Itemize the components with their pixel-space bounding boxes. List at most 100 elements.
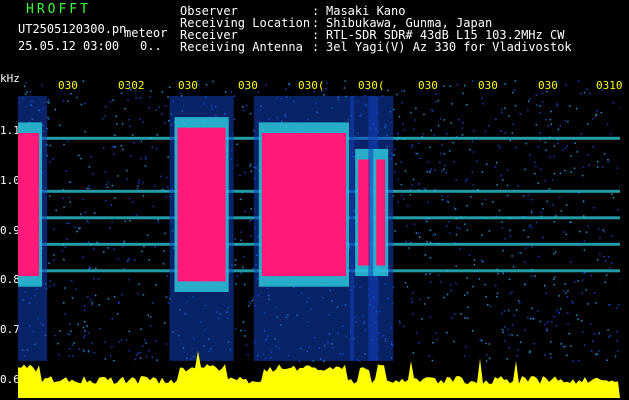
noise-pixel xyxy=(250,208,252,210)
noise-pixel xyxy=(572,302,574,304)
noise-pixel xyxy=(444,164,446,167)
noise-pixel xyxy=(593,333,596,335)
noise-pixel xyxy=(130,155,132,157)
noise-pixel xyxy=(553,145,556,147)
noise-pixel xyxy=(553,276,556,278)
noise-pixel xyxy=(437,99,439,102)
noise-pixel xyxy=(461,134,464,136)
noise-pixel xyxy=(573,167,576,169)
noise-pixel xyxy=(556,103,558,105)
noise-pixel xyxy=(245,344,248,347)
noise-pixel xyxy=(570,171,572,173)
noise-pixel xyxy=(582,200,585,202)
noise-pixel xyxy=(580,133,583,135)
noise-pixel xyxy=(530,226,533,229)
noise-pixel xyxy=(473,259,476,261)
noise-pixel xyxy=(549,118,552,121)
noise-pixel xyxy=(399,322,401,324)
noise-pixel xyxy=(250,219,252,222)
noise-pixel xyxy=(63,302,65,304)
noise-pixel xyxy=(142,294,145,296)
noise-pixel xyxy=(534,275,536,277)
noise-pixel xyxy=(587,303,589,305)
noise-pixel xyxy=(537,146,540,148)
noise-pixel xyxy=(587,225,589,227)
noise-pixel xyxy=(138,283,140,286)
noise-pixel xyxy=(576,314,578,316)
noise-pixel xyxy=(443,296,445,299)
noise-pixel xyxy=(54,334,56,337)
burst-core xyxy=(18,133,40,277)
noise-pixel xyxy=(466,292,469,294)
noise-pixel xyxy=(240,329,242,332)
noise-pixel xyxy=(393,108,395,111)
noise-pixel xyxy=(496,292,499,294)
noise-pixel xyxy=(250,235,252,237)
noise-pixel xyxy=(529,224,532,226)
noise-pixel xyxy=(155,109,157,111)
noise-pixel xyxy=(64,246,67,249)
noise-pixel xyxy=(103,251,105,253)
y-tick-label: 0.6 xyxy=(0,373,20,386)
noise-pixel xyxy=(224,91,227,93)
noise-pixel xyxy=(48,118,50,121)
noise-pixel xyxy=(602,166,604,169)
noise-pixel xyxy=(164,322,166,324)
noise-pixel xyxy=(109,100,112,103)
noise-pixel xyxy=(468,254,471,256)
noise-pixel xyxy=(99,328,101,330)
noise-pixel xyxy=(592,340,594,342)
noise-pixel xyxy=(113,153,115,155)
noise-pixel xyxy=(599,253,601,255)
noise-pixel xyxy=(151,356,153,358)
noise-pixel xyxy=(463,294,466,296)
noise-pixel xyxy=(511,255,513,257)
noise-pixel xyxy=(604,231,606,233)
noise-pixel xyxy=(403,198,405,200)
noise-pixel xyxy=(344,80,347,82)
noise-pixel xyxy=(581,320,583,322)
noise-pixel xyxy=(570,261,572,264)
noise-pixel xyxy=(156,134,158,136)
noise-pixel xyxy=(414,119,416,121)
noise-pixel xyxy=(114,197,116,199)
noise-pixel xyxy=(84,335,86,337)
noise-pixel xyxy=(58,353,60,356)
noise-pixel xyxy=(78,154,80,157)
noise-pixel xyxy=(466,104,468,106)
noise-pixel xyxy=(480,259,483,261)
noise-pixel xyxy=(429,146,431,148)
noise-pixel xyxy=(609,266,611,269)
noise-pixel xyxy=(248,305,250,307)
noise-pixel xyxy=(137,185,139,187)
noise-pixel xyxy=(53,259,55,261)
noise-pixel xyxy=(243,255,245,258)
noise-pixel xyxy=(71,344,74,346)
file-name: UT2505120300.pn xyxy=(18,22,127,36)
noise-pixel xyxy=(460,313,462,315)
noise-pixel xyxy=(454,208,457,210)
noise-pixel xyxy=(418,142,420,144)
noise-pixel xyxy=(581,279,584,281)
noise-pixel xyxy=(435,93,437,95)
noise-pixel xyxy=(26,91,28,93)
noise-pixel xyxy=(74,226,76,229)
noise-pixel xyxy=(481,339,483,342)
noise-pixel xyxy=(418,232,420,235)
noise-pixel xyxy=(145,158,147,160)
noise-pixel xyxy=(545,292,548,294)
noise-pixel xyxy=(413,128,415,130)
noise-pixel xyxy=(489,305,492,307)
noise-pixel xyxy=(553,172,556,175)
noise-pixel xyxy=(240,239,242,241)
noise-pixel xyxy=(367,89,369,91)
noise-pixel xyxy=(118,341,121,343)
noise-pixel xyxy=(496,161,498,164)
noise-pixel xyxy=(403,90,405,92)
noise-pixel xyxy=(437,274,440,276)
noise-pixel xyxy=(167,96,169,98)
noise-pixel xyxy=(447,221,450,223)
noise-pixel xyxy=(432,342,434,344)
noise-pixel xyxy=(162,263,165,265)
noise-pixel xyxy=(144,339,146,341)
